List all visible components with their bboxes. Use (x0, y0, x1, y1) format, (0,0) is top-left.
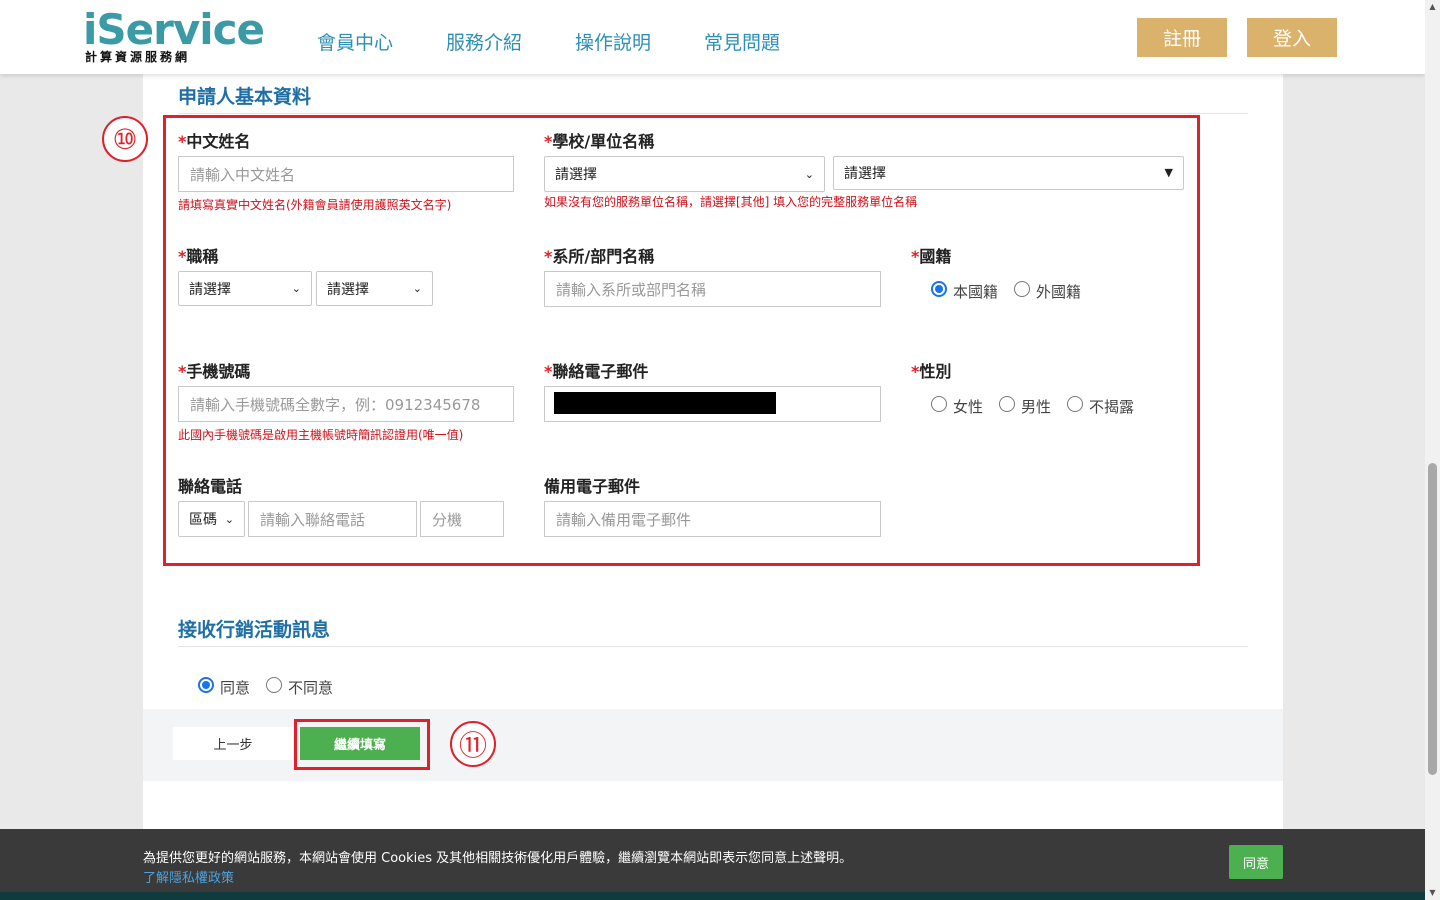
nationality-radio-group: 本國籍 外國籍 (931, 280, 1081, 302)
cookie-notice-text: 為提供您更好的網站服務，本網站會使用 Cookies 及其他相關技術優化用戶體驗… (143, 851, 853, 866)
annotation-marker-10: ⑩ (102, 116, 148, 162)
mobile-input[interactable]: 請輸入手機號碼全數字，例：0912345678 (178, 386, 514, 422)
annotation-marker-11: ⑪ (450, 721, 496, 767)
nationality-label: *國籍 (911, 247, 952, 266)
backup-email-label: 備用電子郵件 (544, 477, 641, 496)
chinese-name-input[interactable]: 請輸入中文姓名 (178, 156, 514, 192)
cookie-banner: 為提供您更好的網站服務，本網站會使用 Cookies 及其他相關技術優化用戶體驗… (0, 829, 1425, 900)
privacy-policy-link[interactable]: 了解隱私權政策 (143, 867, 234, 886)
marketing-agree-radio[interactable]: 同意 (198, 676, 250, 698)
job-title-select-1[interactable]: 請選擇 ⌄ (178, 271, 312, 306)
marketing-radio-group: 同意 不同意 (198, 676, 333, 698)
extension-input[interactable]: 分機 (420, 501, 504, 537)
nav-services[interactable]: 服務介紹 (446, 28, 522, 55)
section-divider (178, 113, 1248, 114)
marketing-divider (178, 646, 1248, 647)
login-button[interactable]: 登入 (1247, 18, 1337, 57)
school-name-select[interactable]: 請選擇 ▼ (833, 156, 1184, 190)
previous-step-button[interactable]: 上一步 (173, 727, 293, 760)
school-type-select[interactable]: 請選擇 ⌄ (544, 156, 825, 192)
gender-female-radio[interactable]: 女性 (931, 395, 983, 417)
continue-button[interactable]: 繼續填寫 (300, 727, 420, 760)
gender-undisclosed-radio[interactable]: 不揭露 (1067, 395, 1134, 417)
marketing-section-title: 接收行銷活動訊息 (178, 619, 331, 641)
gender-male-radio[interactable]: 男性 (999, 395, 1051, 417)
applicant-section-title: 申請人基本資料 (178, 86, 312, 108)
job-title-label: *職稱 (178, 247, 219, 266)
chevron-down-icon: ⌄ (804, 167, 814, 181)
scroll-thumb[interactable] (1428, 463, 1437, 775)
scroll-up-icon[interactable]: ▲ (1425, 0, 1440, 14)
chinese-name-hint: 請填寫真實中文姓名(外籍會員請使用護照英文名字) (178, 198, 452, 212)
backup-email-input[interactable]: 請輸入備用電子郵件 (544, 501, 881, 537)
chevron-down-icon: ⌄ (291, 282, 301, 295)
department-input[interactable]: 請輸入系所或部門名稱 (544, 271, 881, 307)
iservice-logo[interactable]: iService 計算資源服務網 (83, 5, 265, 68)
school-hint: 如果沒有您的服務單位名稱，請選擇[其他] 填入您的完整服務單位名稱 (544, 195, 918, 209)
footer-strip (0, 892, 1425, 900)
job-title-select-2[interactable]: 請選擇 ⌄ (316, 271, 433, 306)
nav-instructions[interactable]: 操作說明 (575, 28, 651, 55)
site-header: iService 計算資源服務網 會員中心 服務介紹 操作說明 常見問題 註冊 … (0, 0, 1425, 74)
logo-text: iService (83, 5, 265, 54)
chevron-down-icon: ⌄ (224, 512, 234, 526)
email-label: *聯絡電子郵件 (544, 362, 649, 381)
marketing-disagree-radio[interactable]: 不同意 (266, 676, 333, 698)
mobile-label: *手機號碼 (178, 362, 251, 381)
department-label: *系所/部門名稱 (544, 247, 655, 266)
gender-radio-group: 女性 男性 不揭露 (931, 395, 1134, 417)
nav-faq[interactable]: 常見問題 (704, 28, 780, 55)
main-nav: 會員中心 服務介紹 操作說明 常見問題 (317, 28, 780, 55)
school-label: *學校/單位名稱 (544, 132, 655, 151)
register-button[interactable]: 註冊 (1137, 18, 1227, 57)
page-scrollbar[interactable]: ▲ ▼ (1425, 0, 1440, 900)
chevron-down-icon: ⌄ (412, 282, 422, 295)
area-code-select[interactable]: 區碼 ⌄ (178, 501, 245, 537)
nationality-domestic-radio[interactable]: 本國籍 (931, 280, 998, 302)
phone-input[interactable]: 請輸入聯絡電話 (248, 501, 417, 537)
cookie-agree-button[interactable]: 同意 (1229, 845, 1283, 879)
scroll-down-icon[interactable]: ▼ (1425, 886, 1440, 900)
gender-label: *性別 (911, 362, 952, 381)
mobile-hint: 此國內手機號碼是啟用主機帳號時簡訊認證用(唯一值) (178, 428, 464, 442)
nationality-foreign-radio[interactable]: 外國籍 (1014, 280, 1081, 302)
phone-label: 聯絡電話 (178, 477, 243, 496)
redacted-email (554, 392, 776, 414)
nav-member-center[interactable]: 會員中心 (317, 28, 393, 55)
caret-down-icon: ▼ (1164, 166, 1173, 179)
form-page: 申請人基本資料 ⑩ *中文姓名 請輸入中文姓名 請填寫真實中文姓名(外籍會員請使… (102, 74, 1283, 900)
chinese-name-label: *中文姓名 (178, 132, 251, 151)
